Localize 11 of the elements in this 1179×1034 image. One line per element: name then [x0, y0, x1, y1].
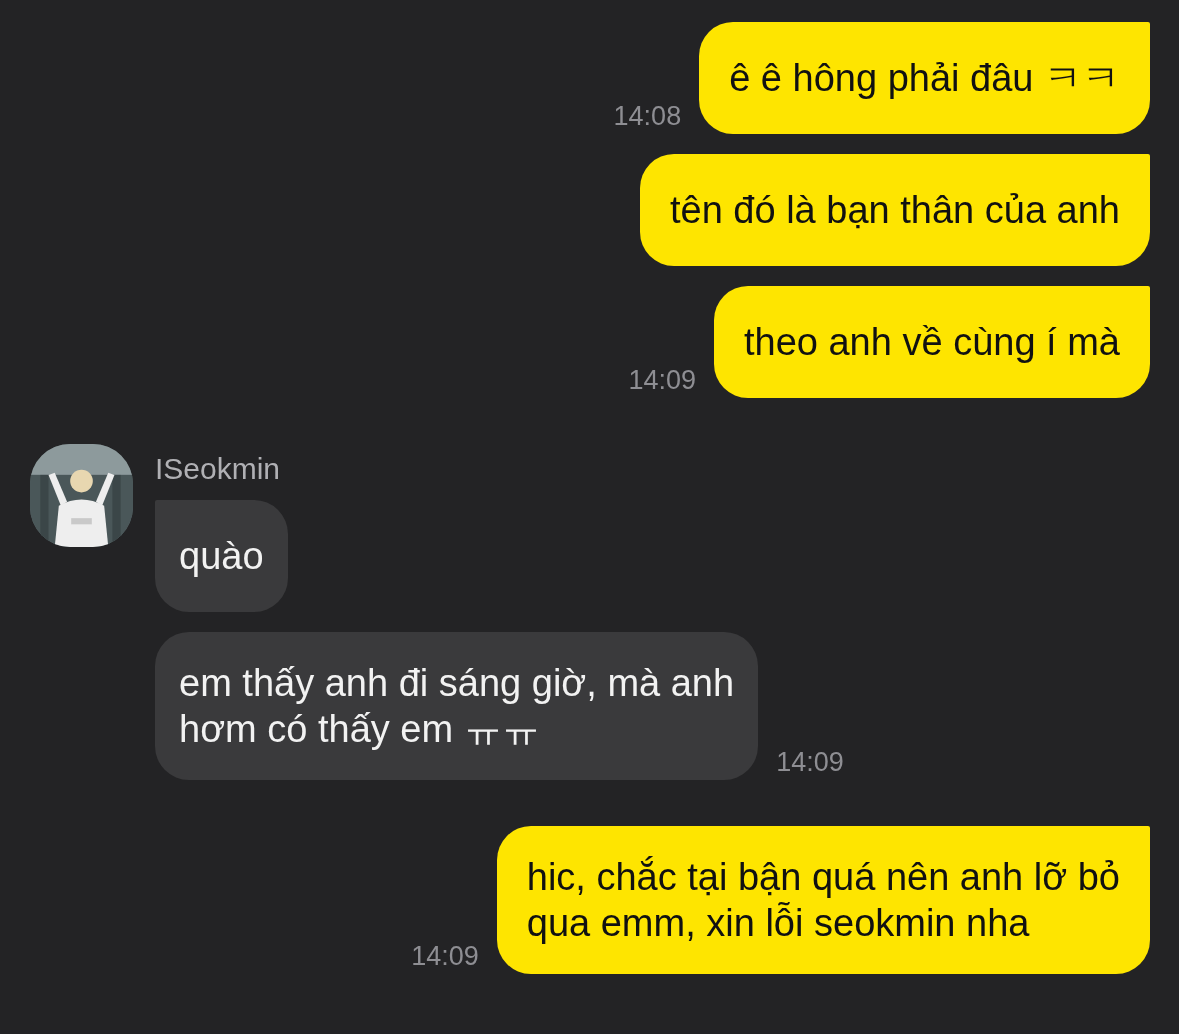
sender-name: ISeokmin	[155, 452, 282, 486]
message-bubble: quào	[155, 500, 288, 612]
message-time: 14:09	[411, 941, 479, 973]
message-time: 14:08	[613, 101, 682, 133]
message-bubble: ê ê hông phải đâu ㅋㅋ	[699, 22, 1150, 134]
message-time: 14:09	[628, 365, 696, 397]
message-bubble: theo anh về cùng í mà	[713, 286, 1150, 398]
message-bubble: em thấy anh đi sáng giờ, mà anh hơm có thấy em ㅠㅠ	[155, 632, 759, 780]
message-bubble: tên đó là bạn thân của anh	[639, 154, 1150, 266]
message-time: 14:09	[776, 747, 844, 779]
message-bubble: hic, chắc tại bận quá nên anh lỡ bỏ qua emm, xin lỗi seokmin nha	[496, 826, 1150, 974]
